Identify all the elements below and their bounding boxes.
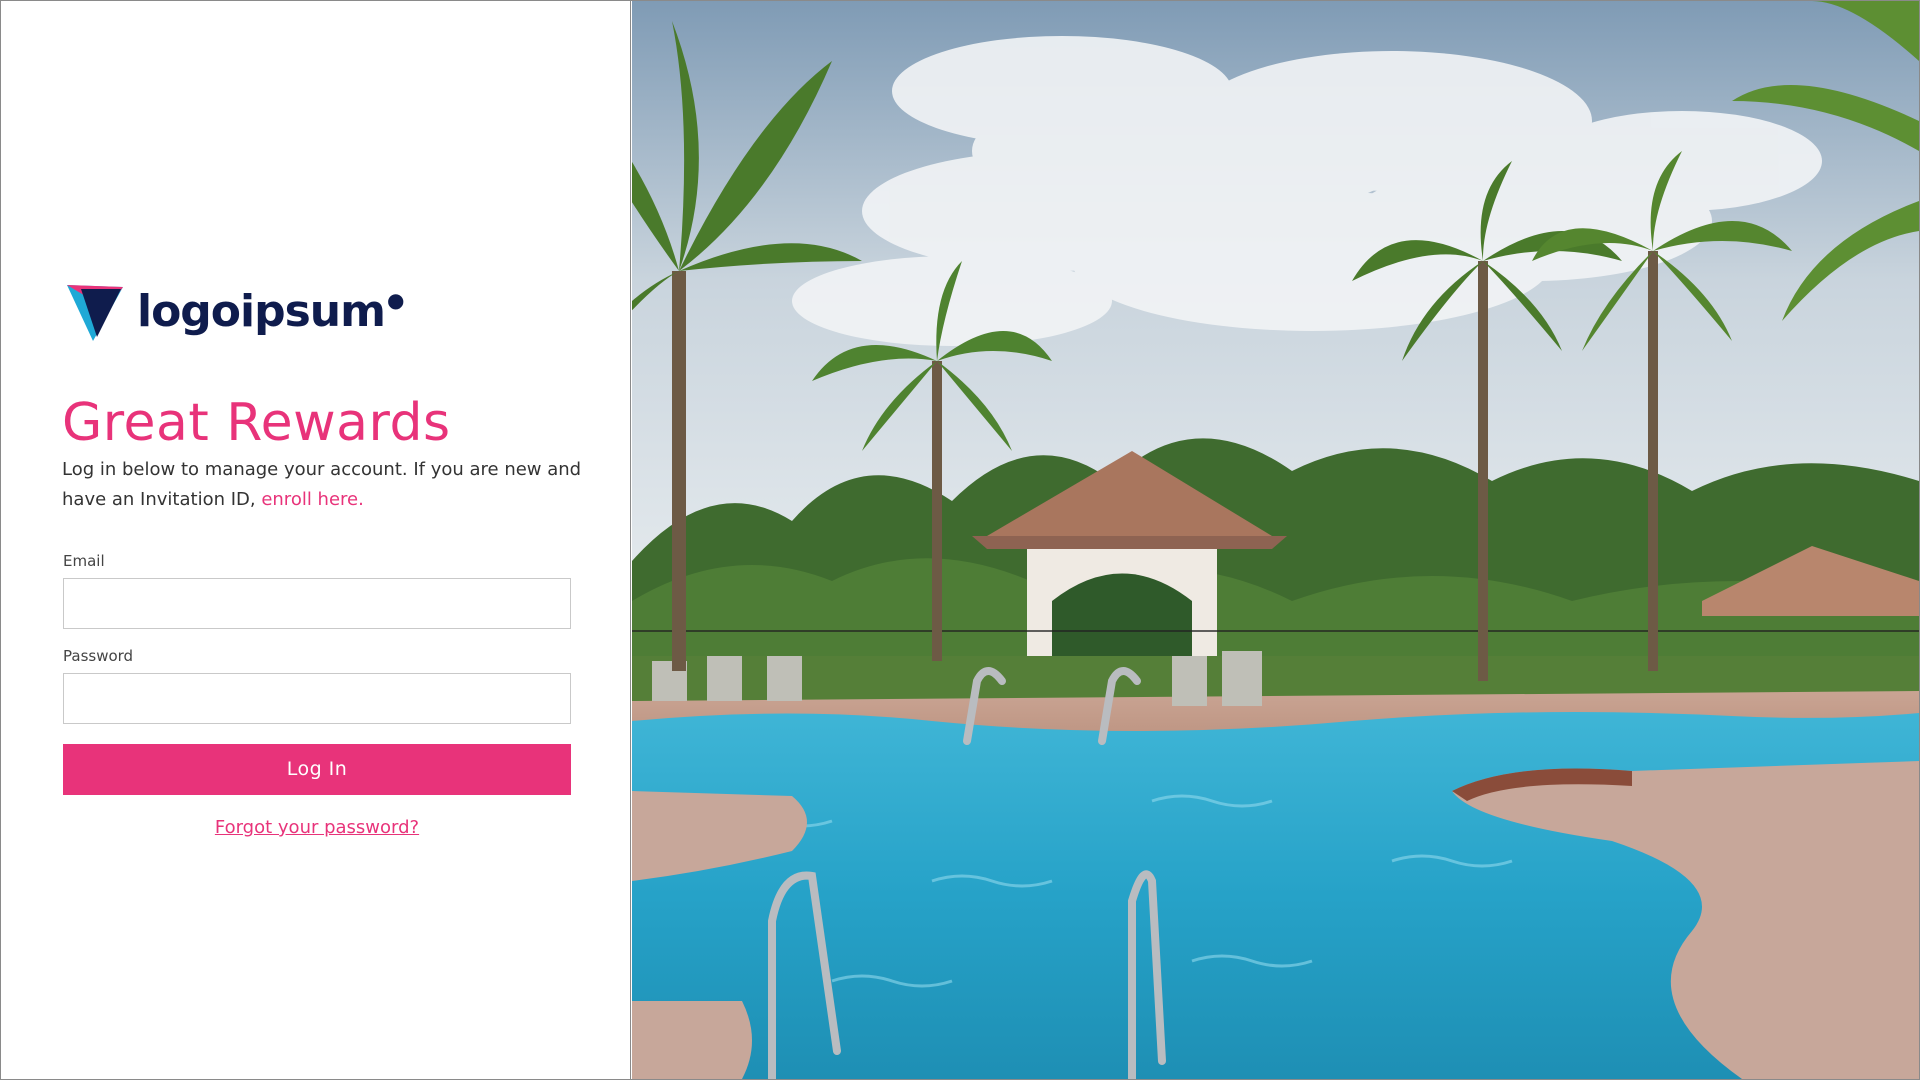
password-field[interactable] <box>63 673 571 724</box>
logo-mark-icon <box>67 285 123 341</box>
login-page: logoipsum ● Great Rewards Log in below to… <box>0 0 1920 1080</box>
login-button[interactable]: Log In <box>63 744 571 795</box>
password-label: Password <box>63 647 134 665</box>
login-panel: logoipsum ● Great Rewards Log in below to… <box>1 1 631 1079</box>
enroll-link[interactable]: enroll here. <box>261 489 364 510</box>
brand-logo[interactable]: logoipsum ● <box>63 279 404 343</box>
email-field[interactable] <box>63 578 571 629</box>
resort-pool-photo-icon <box>632 1 1919 1079</box>
intro-text: Log in below to manage your account. If … <box>62 455 582 515</box>
forgot-password-link[interactable]: Forgot your password? <box>63 817 571 838</box>
page-title: Great Rewards <box>62 393 451 453</box>
logo-wordmark: logoipsum ● <box>137 285 404 337</box>
email-label: Email <box>63 552 105 570</box>
hero-photo <box>632 1 1919 1079</box>
